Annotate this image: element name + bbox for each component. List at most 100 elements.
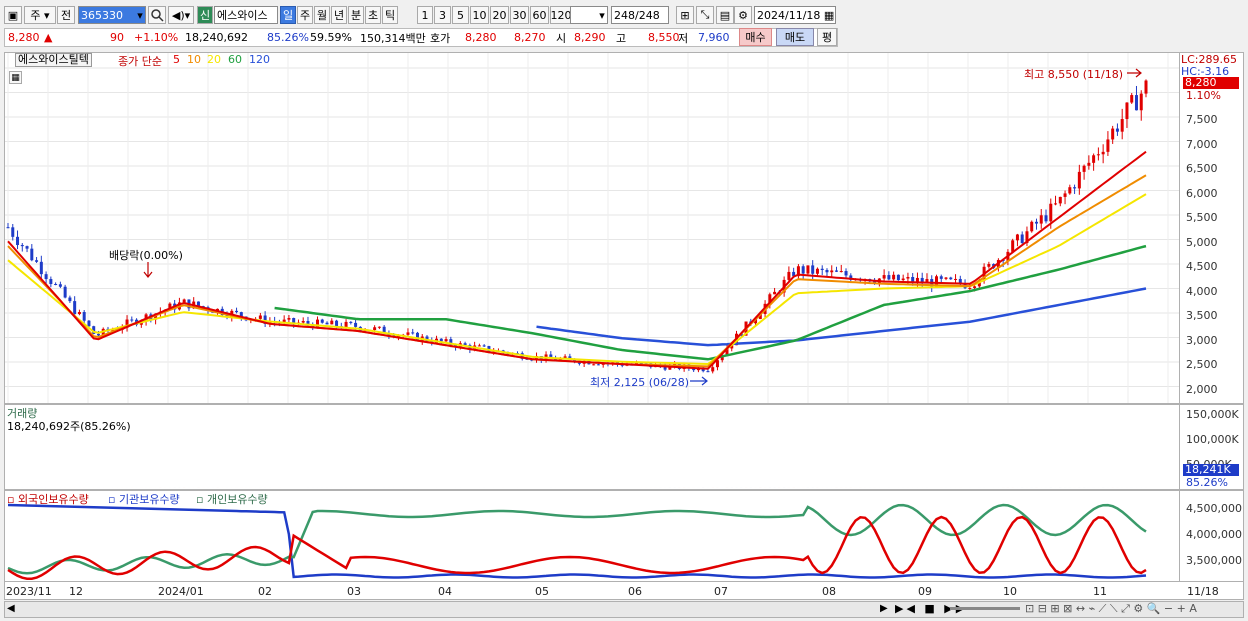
inst-legend: ▫ 기관보유수량 (108, 491, 180, 507)
candle-body (944, 277, 948, 279)
candle-body (1020, 234, 1024, 244)
candle-body (349, 321, 353, 323)
candle-body (39, 261, 43, 275)
x-tick: 11 (1093, 585, 1107, 598)
current-price-tag: 8,280 (1183, 77, 1239, 89)
candle-body (411, 332, 415, 334)
price-tick: 5,500 (1186, 211, 1218, 224)
candle-body (287, 318, 291, 320)
candle-body (49, 279, 53, 284)
candle-body (1063, 193, 1067, 197)
candle-body (1030, 221, 1034, 232)
inst-legend-mark: ▫ (108, 493, 119, 506)
candle-body (1068, 187, 1072, 194)
candle-body (354, 322, 358, 327)
chart-tool-icons[interactable]: ⊡ ⊟ ⊞ ⊠ ↔ ⌁ ⟋ ⟍ ⤢ ⚙ 🔍 − + A (1025, 602, 1197, 616)
candle-body (801, 266, 805, 274)
x-tick: 2024/01 (158, 585, 204, 598)
candle-body (477, 345, 481, 347)
candle-body (1011, 240, 1015, 252)
candle-body (87, 320, 91, 327)
ma-legend-5: 5 (173, 53, 180, 66)
ma-legend-60: 60 (228, 53, 242, 66)
candle-body (30, 248, 34, 261)
volume-pct-tag: 85.26% (1186, 476, 1228, 489)
price-tick: 3,000 (1186, 333, 1218, 347)
candle-body (711, 367, 715, 372)
x-tick: 09 (918, 585, 932, 598)
candle-body (11, 227, 15, 237)
x-tick: 03 (347, 585, 361, 598)
candle-body (1049, 203, 1053, 222)
candle-body (1044, 215, 1048, 222)
candle-body (973, 286, 977, 289)
candle-body (830, 270, 834, 273)
candle-body (35, 260, 39, 262)
volume-current-tag: 18,241K (1183, 464, 1239, 476)
stock-legend[interactable]: 에스와이스틸텍 (15, 53, 92, 67)
candle-body (887, 275, 891, 280)
foreign-legend-mark: ▫ (7, 493, 18, 506)
candle-body (1120, 119, 1124, 132)
candle-body (482, 345, 486, 347)
scroll-left-icon[interactable]: ◀ (7, 603, 15, 614)
candle-body (444, 339, 448, 342)
candle-body (58, 284, 62, 287)
candle-body (835, 270, 839, 272)
indiv-legend-mark: ▫ (196, 493, 207, 506)
candle-body (1106, 139, 1110, 152)
ma-legend-label: 종가 단순 (118, 55, 162, 68)
candle-body (1058, 196, 1062, 204)
high-annotation: 최고 8,550 (11/18) (1024, 68, 1124, 81)
x-tick: 06 (628, 585, 642, 598)
candle-body (815, 268, 819, 274)
candle-body (373, 327, 377, 331)
candle-body (325, 322, 329, 325)
candle-body (939, 276, 943, 279)
low-annotation: 최저 2,125 (06/28) (590, 376, 690, 389)
candle-body (1092, 155, 1096, 163)
zoom-slider[interactable] (950, 607, 1020, 610)
candle-body (806, 265, 810, 274)
dividend-annotation: 배당락(0.00%) (109, 249, 183, 262)
candle-body (987, 264, 991, 267)
candle-body (1134, 95, 1138, 111)
candle-body (954, 278, 958, 280)
candle-body (1144, 80, 1148, 94)
candle-body (1073, 187, 1077, 189)
price-tick: 4,500 (1186, 260, 1218, 273)
indiv-holdings-line (7, 503, 1147, 575)
ma120-line (536, 287, 1147, 347)
price-tick: 4,000 (1186, 284, 1218, 298)
candle-body (787, 271, 791, 280)
candle-body (63, 286, 67, 298)
candle-body (706, 371, 710, 373)
candle-body (1077, 171, 1081, 189)
x-tick: 07 (714, 585, 728, 598)
candle-body (1039, 215, 1043, 224)
candle-body (54, 283, 58, 285)
holdings-tick: 4,000,000 (1186, 528, 1242, 541)
ma60-line (274, 244, 1147, 361)
candle-body (1130, 95, 1134, 103)
panel-menu-icon[interactable]: ▦ (9, 71, 22, 84)
scroll-right-icon[interactable]: ▶ (880, 603, 888, 614)
candle-body (773, 291, 777, 295)
candle-body (1139, 93, 1143, 111)
candle-body (320, 319, 324, 323)
price-tick: 6,500 (1186, 162, 1218, 175)
holdings-tick: 4,500,000 (1186, 502, 1242, 515)
candle-body (182, 299, 186, 303)
candle-body (235, 310, 239, 313)
x-tick: 08 (822, 585, 836, 598)
candle-body (96, 333, 100, 336)
price-tick: 2,000 (1186, 382, 1218, 396)
candle-body (882, 275, 886, 279)
candle-body (1054, 203, 1058, 205)
candle-body (25, 246, 29, 249)
candle-body (44, 274, 48, 280)
candle-body (406, 332, 410, 335)
candle-body (1087, 162, 1091, 166)
foreign-holdings-line (7, 515, 1147, 580)
candle-body (335, 320, 339, 327)
